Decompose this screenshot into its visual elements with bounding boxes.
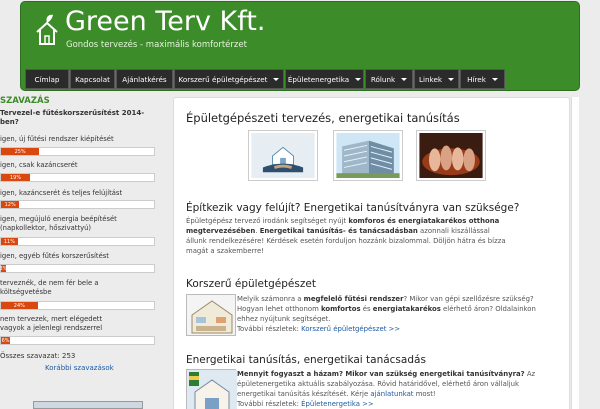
poll-option-bar: 12% [0, 200, 155, 209]
nav-korszeru-epuletgepeszet[interactable]: Korszerű épületgépészet [174, 69, 284, 89]
site-title[interactable]: Green Terv Kft. [65, 6, 265, 37]
nav-label: Címlap [34, 74, 60, 84]
energy-house-icon [187, 370, 237, 409]
poll-option-label: igen, új fűtési rendszer kiépítését [0, 135, 114, 143]
poll-option-label: igen, egyéb fűtés korszerűsítést [0, 252, 109, 260]
site-subtitle: Gondos tervezés - maximális komfortérzet [66, 40, 247, 50]
poll-option-label: nem tervezek, mert elégedett vagyok a je… [0, 315, 103, 332]
section-heading: Energetikai tanúsítás, energetikai tanác… [186, 354, 426, 366]
poll-bar-fill: 6% [1, 337, 11, 344]
nav-epuletenergetika[interactable]: Épületenergetika [285, 69, 364, 89]
para-strong: energiatakarékos [372, 305, 441, 313]
nav-hirek[interactable]: Hírek [460, 69, 505, 89]
nav-cimlap[interactable]: Címlap [25, 69, 69, 89]
fireplace-feet-icon [419, 133, 483, 178]
nav-label: Linkek [418, 74, 443, 84]
nav-label: Korszerű épületgépészet [178, 74, 268, 84]
poll-option-bar: 11% [0, 237, 155, 246]
chevron-down-icon [401, 77, 408, 81]
chevron-down-icon [448, 77, 455, 81]
hvac-more-link[interactable]: Korszerű épületgépészet >> [301, 325, 400, 333]
poll-option-label: igen, csak kazáncserét [0, 161, 78, 169]
certification-link[interactable]: Energetikai tanúsítás- és tanácsadásban [260, 227, 418, 235]
hvac-diagram-thumbnail[interactable] [186, 294, 236, 336]
poll-bar-fill: 11% [1, 238, 18, 245]
main-nav: Címlap Kapcsolat Ajánlatkérés Korszerű é… [25, 69, 506, 89]
nav-label: Hírek [467, 74, 486, 84]
building-image[interactable] [333, 130, 403, 181]
poll-question: Tervezel-e fűtéskorszerűsítést 2014-ben? [0, 109, 145, 126]
energy-paragraph: Mennyit fogyaszt a házam? Mikor van szük… [237, 369, 555, 409]
para-text: most! [413, 390, 436, 398]
nav-kapcsolat[interactable]: Kapcsolat [70, 69, 115, 89]
nav-linkek[interactable]: Linkek [414, 69, 459, 89]
site-header: Green Terv Kft. Gondos tervezés - maximá… [20, 1, 580, 91]
chevron-down-icon [491, 77, 498, 81]
chevron-down-icon [355, 77, 362, 81]
more-label: További részletek: [237, 325, 302, 333]
house-logo-icon[interactable] [34, 12, 60, 50]
nav-label: Ajánlatkérés [122, 74, 167, 84]
more-label: További részletek: [237, 400, 302, 408]
para-text: Épületgépész tervező irodánk segítséget … [186, 217, 349, 225]
office-building-icon [336, 133, 400, 178]
poll-bar-fill: 24% [1, 302, 38, 309]
energy-thumbnail[interactable] [186, 369, 237, 409]
page-title: Épületgépészeti tervezés, energetikai ta… [186, 111, 460, 125]
nav-ajanlatkeres[interactable]: Ajánlatkérés [116, 69, 173, 89]
para-strong: megfelelő fűtési rendszer [303, 295, 404, 303]
previous-polls-link[interactable]: Korábbi szavazások [45, 364, 114, 372]
para-strong: Mennyit fogyaszt a házam? Mikor van szük… [237, 370, 525, 378]
poll-option-bar: 19% [0, 173, 155, 182]
poll-sidebar: SZAVAZÁS Tervezel-e fűtéskorszerűsítést … [0, 93, 162, 409]
hvac-service-image[interactable] [248, 130, 318, 181]
poll-option-label: igen, kazáncserét és teljes felújítást [0, 189, 123, 197]
intro-paragraph: Épületgépész tervező irodánk segítséget … [186, 216, 511, 256]
handshake-house-icon [251, 133, 315, 178]
poll-option-bar: 6% [0, 336, 155, 345]
section-heading: Korszerű épületgépészet [186, 278, 316, 290]
poll-total: Összes szavazat: 253 [0, 352, 76, 360]
nav-label: Épületenergetika [287, 74, 350, 84]
house-cutaway-icon [191, 300, 233, 334]
main-content: Épületgépészeti tervezés, energetikai ta… [173, 97, 570, 409]
poll-bar-fill: 12% [1, 201, 20, 208]
poll-bar-fill: 3% [0, 265, 8, 272]
section-heading: Építkezik vagy felújít? Energetikai tanú… [186, 202, 520, 214]
poll-option-label: terveznék, de nem fér bele a költségveté… [0, 279, 99, 296]
quote-link[interactable]: ajánlatunkat [370, 390, 413, 398]
para-text: és [360, 305, 373, 313]
scrollbar[interactable] [571, 97, 579, 409]
hvac-paragraph: Melyik számonra a megfelelő fűtési rends… [237, 294, 555, 334]
para-strong: komfortos [320, 305, 361, 313]
poll-option-bar: 25% [0, 147, 155, 156]
poll-option-bar: 24% [0, 301, 155, 310]
poll-bar-fill: 19% [1, 174, 31, 181]
poll-title: SZAVAZÁS [0, 96, 50, 106]
energy-more-link[interactable]: Épületenergetika >> [301, 400, 374, 408]
warm-feet-image[interactable] [416, 130, 486, 181]
nav-rolunk[interactable]: Rólunk [365, 69, 413, 89]
para-text: Melyik számonra a [237, 295, 304, 303]
nav-label: Rólunk [370, 74, 396, 84]
sidebar-banner [33, 401, 143, 409]
chevron-down-icon [273, 77, 280, 81]
poll-option-label: igen, megújuló energia beépítését (napko… [0, 215, 117, 232]
poll-bar-fill: 25% [1, 148, 40, 155]
poll-option-bar: 3% [0, 264, 155, 273]
nav-label: Kapcsolat [75, 74, 110, 84]
